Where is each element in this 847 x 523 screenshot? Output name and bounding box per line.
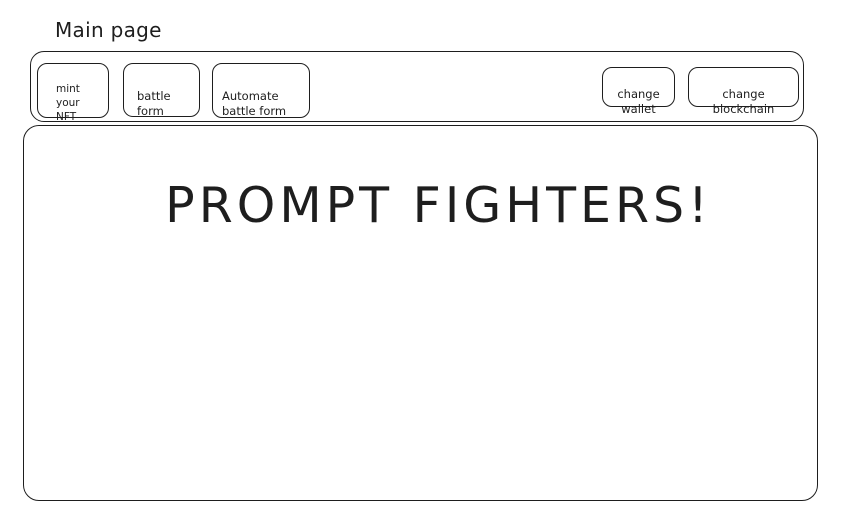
mint-nft-button[interactable]: mint your NFT xyxy=(37,63,109,123)
automate-battle-form-button-label: Automate battle form xyxy=(222,89,287,118)
change-blockchain-button[interactable]: change blockchain xyxy=(688,67,799,116)
mint-nft-button-label: mint your NFT xyxy=(56,83,80,123)
automate-battle-form-button[interactable]: Automate battle form xyxy=(212,63,310,118)
change-wallet-button-label: change wallet xyxy=(617,87,660,116)
battle-form-button-label: battle form xyxy=(137,89,171,118)
change-wallet-button[interactable]: change wallet xyxy=(602,67,675,116)
hero-title: PROMPT FIGHTERS! xyxy=(165,177,712,234)
change-blockchain-button-label: change blockchain xyxy=(712,87,775,116)
page-label: Main page xyxy=(55,18,162,42)
battle-form-button[interactable]: battle form xyxy=(123,63,200,118)
